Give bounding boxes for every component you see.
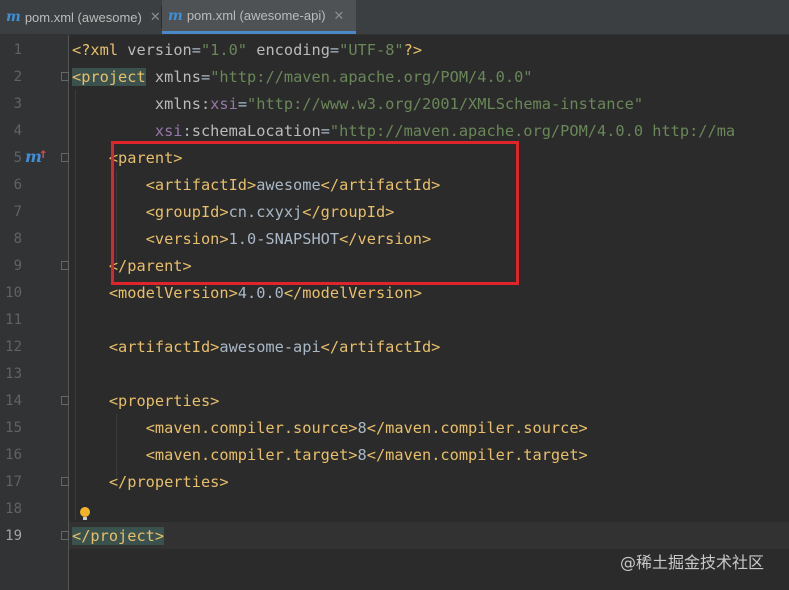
- line-number: 6: [13, 177, 22, 193]
- watermark: @稀土掘金技术社区: [620, 553, 765, 572]
- code-line-3: xmlns:xsi="http://www.w3.org/2001/XMLSch…: [154, 95, 644, 113]
- line-number: 8: [13, 231, 22, 247]
- code-line-1: <?xml version="1.0" encoding="UTF-8"?>: [72, 41, 423, 59]
- code-line-2: <project xmlns="http://maven.apache.org/…: [72, 68, 533, 86]
- tab-pom-awesome[interactable]: m pom.xml (awesome) ✕: [0, 0, 161, 34]
- fold-icon[interactable]: [61, 261, 69, 270]
- lightbulb-base: [83, 517, 87, 520]
- close-icon[interactable]: ✕: [334, 8, 345, 24]
- close-icon[interactable]: ✕: [150, 9, 161, 25]
- line-number: 1: [13, 42, 22, 58]
- highlight-box: [111, 141, 519, 285]
- tab-label: pom.xml (awesome-api): [186, 8, 326, 23]
- line-number: 16: [5, 447, 22, 463]
- arrow-up-icon: ↑: [39, 146, 48, 162]
- code-line-12: <artifactId>awesome-api</artifactId>: [108, 338, 441, 356]
- code-line-17: </properties>: [108, 473, 229, 491]
- line-number: 18: [5, 501, 22, 517]
- code-editor[interactable]: <?xml version="1.0" encoding="UTF-8"?> <…: [72, 35, 789, 590]
- tab-pom-awesome-api[interactable]: m pom.xml (awesome-api) ✕: [162, 0, 356, 34]
- line-number: 10: [5, 285, 22, 301]
- fold-icon[interactable]: [61, 72, 69, 81]
- line-number: 5: [13, 150, 22, 166]
- code-line-16: <maven.compiler.target>8</maven.compiler…: [145, 446, 588, 464]
- fold-icon[interactable]: [61, 396, 69, 405]
- lightbulb-icon[interactable]: [80, 507, 90, 517]
- line-number: 2: [13, 69, 22, 85]
- line-number: 4: [13, 123, 22, 139]
- fold-icon[interactable]: [61, 477, 69, 486]
- line-number: 15: [5, 420, 22, 436]
- code-line-15: <maven.compiler.source>8</maven.compiler…: [145, 419, 588, 437]
- code-line-14: <properties>: [108, 392, 220, 410]
- maven-icon: m: [6, 9, 21, 25]
- line-number: 11: [5, 312, 22, 328]
- editor-tab-bar: m pom.xml (awesome) ✕ m pom.xml (awesome…: [0, 0, 789, 35]
- fold-icon[interactable]: [61, 531, 69, 540]
- fold-icon[interactable]: [61, 153, 69, 162]
- line-number: 12: [5, 339, 22, 355]
- maven-icon: m: [168, 7, 183, 24]
- line-number: 17: [5, 474, 22, 490]
- line-number: 9: [13, 258, 22, 274]
- line-number: 7: [13, 204, 22, 220]
- tab-label: pom.xml (awesome): [24, 9, 142, 25]
- line-number: 13: [5, 366, 22, 382]
- line-number: 19: [5, 528, 22, 544]
- line-number: 14: [5, 393, 22, 409]
- code-line-19: </project>: [72, 527, 165, 545]
- line-number: 3: [13, 96, 22, 112]
